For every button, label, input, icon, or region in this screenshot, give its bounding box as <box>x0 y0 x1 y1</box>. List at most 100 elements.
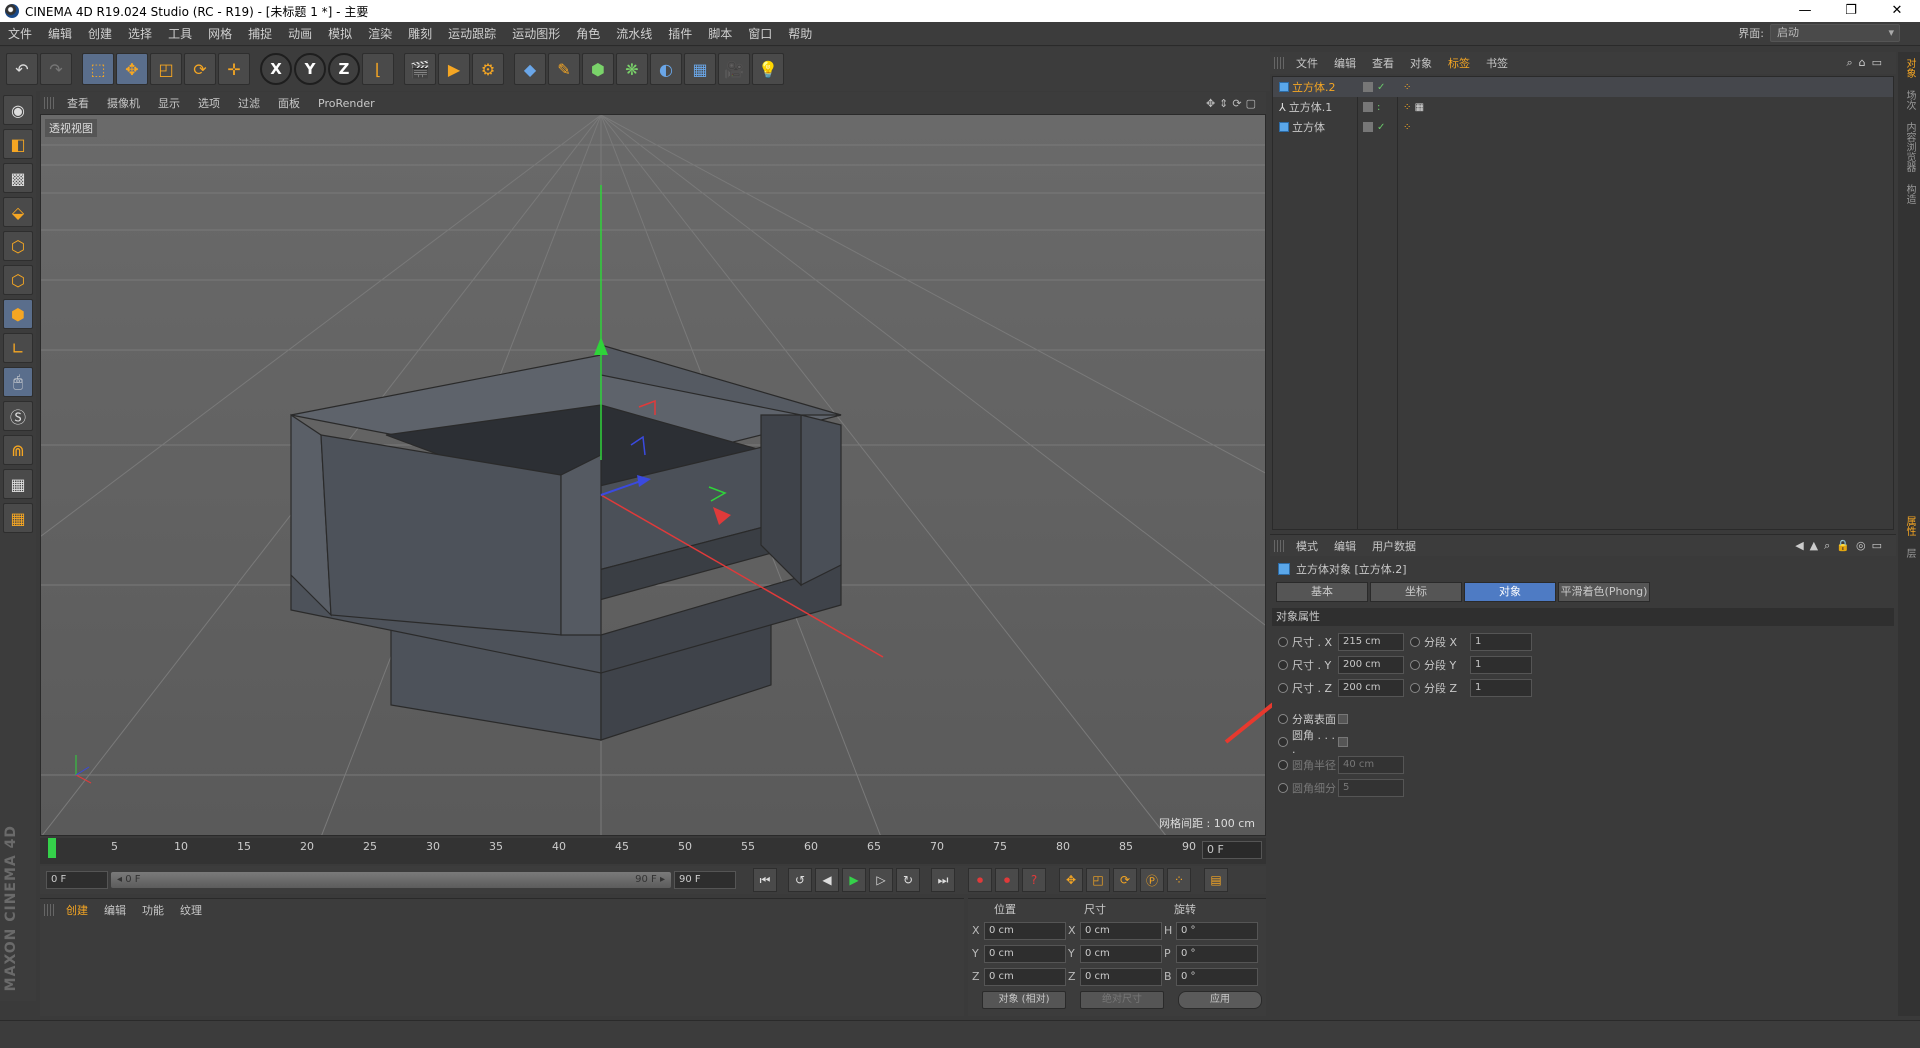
snap-icon[interactable]: ⋒ <box>3 435 33 465</box>
planar-workplane-icon[interactable]: ▦ <box>3 503 33 533</box>
deformer-icon[interactable]: ◐ <box>650 53 682 85</box>
tab-coordinates[interactable]: 坐标 <box>1370 582 1462 602</box>
layer-icon[interactable] <box>1363 82 1373 92</box>
layer-icon[interactable] <box>1363 102 1373 112</box>
undo-icon[interactable]: ↶ <box>6 53 38 85</box>
position-key-icon[interactable]: ✥ <box>1059 868 1083 892</box>
animate-radio[interactable] <box>1410 636 1420 647</box>
light-icon[interactable]: 💡 <box>752 53 784 85</box>
menu-select[interactable]: 选择 <box>120 25 160 42</box>
separate-surfaces-checkbox[interactable] <box>1338 713 1348 724</box>
subdivision-surface-icon[interactable]: ⬢ <box>582 53 614 85</box>
segments-x-input[interactable]: 1 <box>1470 632 1532 651</box>
workplane-mode-icon[interactable]: ⬙ <box>3 197 33 227</box>
menu-window[interactable]: 窗口 <box>740 25 780 42</box>
current-frame-field[interactable]: 0 F <box>1202 841 1262 859</box>
attribute-menu-user-data[interactable]: 用户数据 <box>1364 538 1424 554</box>
object-name[interactable]: 立方体 <box>1273 119 1355 135</box>
phong-tag-icon[interactable]: ⁘ ▦ <box>1395 102 1424 113</box>
fillet-radius-input[interactable]: 40 cm <box>1338 755 1404 774</box>
parameter-key-icon[interactable]: Ⓟ <box>1140 868 1164 892</box>
rotation-b-field[interactable]: 0 ° <box>1176 967 1258 986</box>
menu-render[interactable]: 渲染 <box>360 25 400 42</box>
object-menu-objects[interactable]: 对象 <box>1402 55 1440 71</box>
attribute-menu-edit[interactable]: 编辑 <box>1326 538 1364 554</box>
live-selection-icon[interactable]: ⬚ <box>82 53 114 85</box>
side-tab-layers[interactable]: 层 <box>1902 542 1917 564</box>
coordinate-mode-dropdown[interactable]: 对象 (相对) <box>982 991 1066 1009</box>
minimize-button[interactable]: — <box>1782 0 1828 22</box>
object-menu-bookmarks[interactable]: 书签 <box>1478 55 1516 71</box>
lock-workplane-icon[interactable]: ▦ <box>3 469 33 499</box>
viewport-menu-options[interactable]: 选项 <box>189 95 229 111</box>
object-manager-tool-icons[interactable]: ⌕⌂▭ <box>1846 56 1896 70</box>
timeline-window-icon[interactable]: ▤ <box>1204 868 1228 892</box>
animate-radio[interactable] <box>1278 782 1288 793</box>
position-z-field[interactable]: 0 cm <box>984 967 1066 986</box>
scale-key-icon[interactable]: ◰ <box>1086 868 1110 892</box>
enable-axis-icon[interactable]: ∟ <box>3 333 33 363</box>
object-row-cube-1[interactable]: ⅄ 立方体.1 : ⁘ ▦ <box>1273 97 1893 117</box>
x-axis-lock-icon[interactable]: X <box>260 53 292 85</box>
menu-help[interactable]: 帮助 <box>780 25 820 42</box>
side-tab-content-browser[interactable]: 内容浏览器 <box>1902 116 1917 178</box>
panel-grip-icon[interactable] <box>44 97 54 109</box>
end-frame-field[interactable]: 90 F <box>674 871 736 889</box>
play-icon[interactable]: ▶ <box>842 868 866 892</box>
side-tab-objects[interactable]: 对象 <box>1902 52 1917 84</box>
next-frame-icon[interactable]: ▷ <box>869 868 893 892</box>
panel-grip-icon[interactable] <box>1274 57 1284 69</box>
attribute-nav-icons[interactable]: ◀▲⌕🔒◎▭ <box>1795 539 1896 553</box>
y-axis-lock-icon[interactable]: Y <box>294 53 326 85</box>
previous-key-icon[interactable]: ↺ <box>788 868 812 892</box>
menu-pipeline[interactable]: 流水线 <box>608 25 660 42</box>
viewport-menu-prorender[interactable]: ProRender <box>309 97 384 110</box>
viewport-navigation-icons[interactable]: ✥⇕⟳▢ <box>1206 97 1266 110</box>
animate-radio[interactable] <box>1278 636 1288 647</box>
side-tab-takes[interactable]: 场次 <box>1902 84 1917 116</box>
side-tab-structure[interactable]: 构造 <box>1902 178 1917 210</box>
animate-radio[interactable] <box>1278 736 1288 747</box>
material-menu-texture[interactable]: 纹理 <box>172 902 210 918</box>
animate-radio[interactable] <box>1278 759 1288 770</box>
autokeying-icon[interactable]: ⏺ <box>995 868 1019 892</box>
redo-icon[interactable]: ↷ <box>40 53 72 85</box>
menu-mesh[interactable]: 网格 <box>200 25 240 42</box>
menu-create[interactable]: 创建 <box>80 25 120 42</box>
array-generator-icon[interactable]: ❋ <box>616 53 648 85</box>
fillet-checkbox[interactable] <box>1338 736 1348 747</box>
menu-plugins[interactable]: 插件 <box>660 25 700 42</box>
menu-mograph[interactable]: 运动图形 <box>504 25 568 42</box>
menu-character[interactable]: 角色 <box>568 25 608 42</box>
object-row-cube[interactable]: 立方体 ✓ ⁘ <box>1273 117 1893 137</box>
cube-object-icon[interactable]: ◆ <box>514 53 546 85</box>
animate-radio[interactable] <box>1278 713 1288 724</box>
recent-tools-icon[interactable]: ✛ <box>218 53 250 85</box>
enabled-check-icon[interactable]: ✓ <box>1377 122 1387 133</box>
rotation-h-field[interactable]: 0 ° <box>1176 921 1258 940</box>
position-y-field[interactable]: 0 cm <box>984 944 1066 963</box>
pen-spline-icon[interactable]: ✎ <box>548 53 580 85</box>
menu-tools[interactable]: 工具 <box>160 25 200 42</box>
phong-tag-icon[interactable]: ⁘ <box>1395 82 1411 93</box>
size-x-field[interactable]: 0 cm <box>1080 921 1162 940</box>
point-level-animation-icon[interactable]: ⁘ <box>1167 868 1191 892</box>
tweak-mode-icon[interactable]: 🖱 <box>3 367 33 397</box>
texture-mode-icon[interactable]: ▩ <box>3 163 33 193</box>
keyframe-selection-icon[interactable]: ? <box>1022 868 1046 892</box>
model-mode-icon[interactable]: ◧ <box>3 129 33 159</box>
go-to-end-icon[interactable]: ⏭ <box>931 868 955 892</box>
next-key-icon[interactable]: ↻ <box>896 868 920 892</box>
rotation-p-field[interactable]: 0 ° <box>1176 944 1258 963</box>
side-tab-attributes[interactable]: 属性 <box>1902 510 1917 542</box>
viewport-menu-display[interactable]: 显示 <box>149 95 189 111</box>
animate-radio[interactable] <box>1410 659 1420 670</box>
menu-sculpt[interactable]: 雕刻 <box>400 25 440 42</box>
size-z-field[interactable]: 0 cm <box>1080 967 1162 986</box>
material-menu-function[interactable]: 功能 <box>134 902 172 918</box>
size-z-input[interactable]: 200 cm <box>1338 678 1404 697</box>
rotate-icon[interactable]: ⟳ <box>184 53 216 85</box>
viewport-menu-view[interactable]: 查看 <box>58 95 98 111</box>
object-menu-edit[interactable]: 编辑 <box>1326 55 1364 71</box>
camera-icon[interactable]: 🎥 <box>718 53 750 85</box>
